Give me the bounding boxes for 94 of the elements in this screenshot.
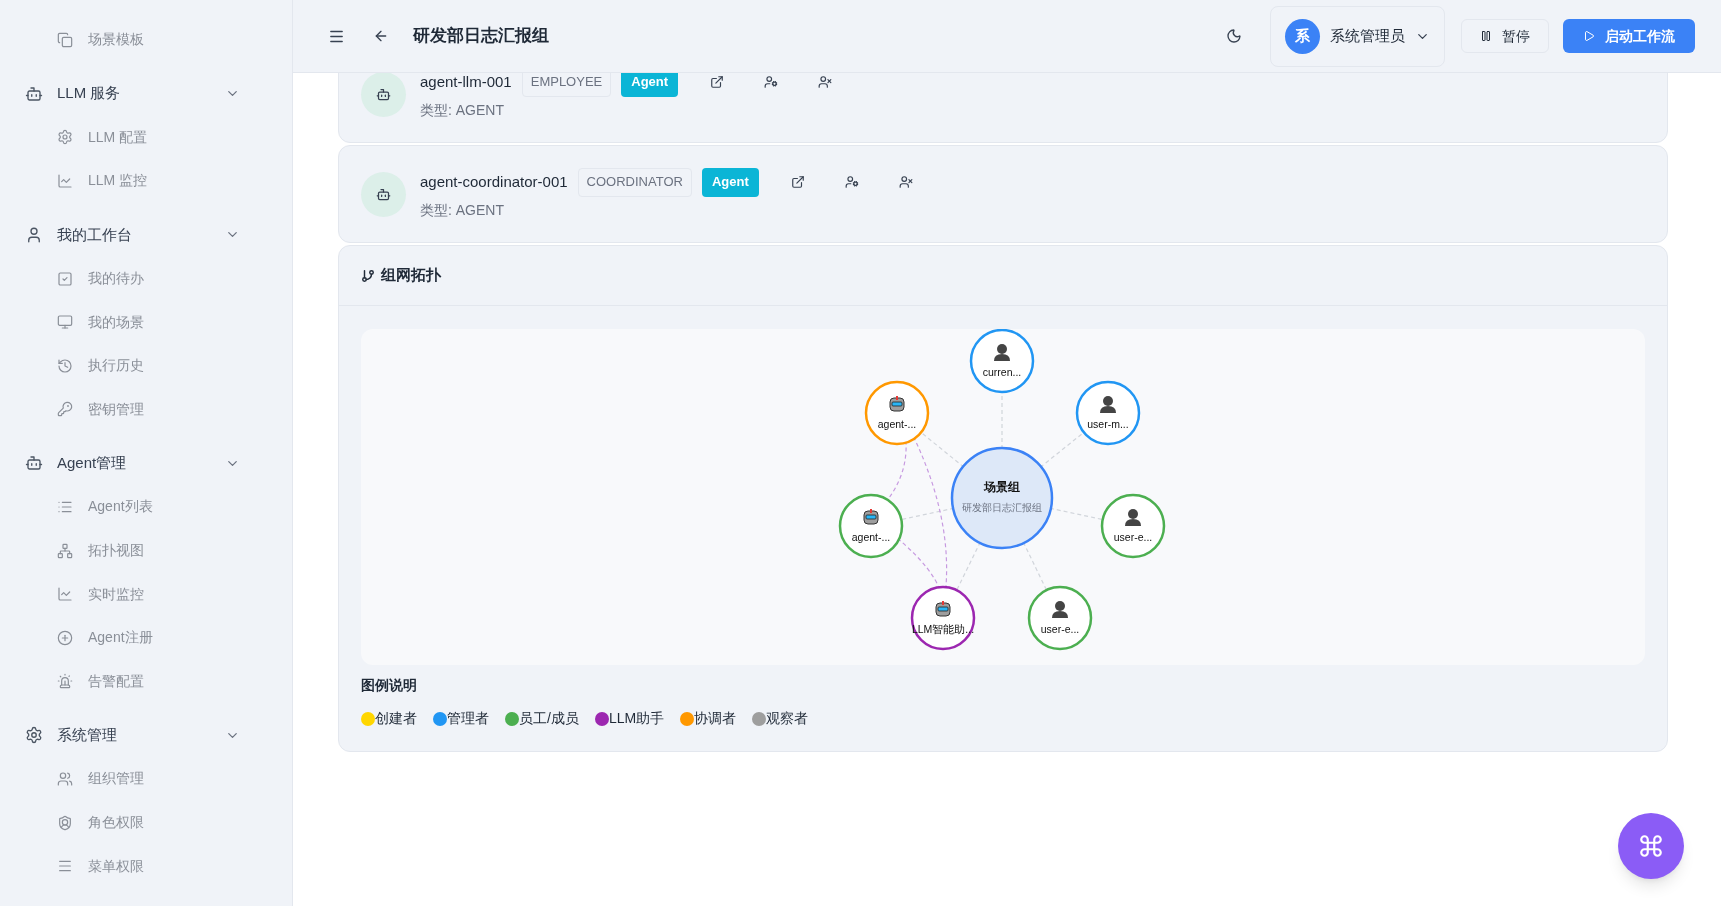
legend-label: 管理者 — [447, 709, 489, 728]
person-icon — [1100, 396, 1116, 413]
back-arrow-icon[interactable] — [373, 28, 389, 44]
agent-name: agent-llm-001 — [420, 73, 512, 92]
external-link-icon[interactable] — [710, 75, 725, 89]
agent-name: agent-coordinator-001 — [420, 171, 568, 192]
person-icon — [994, 344, 1010, 361]
agent-tag: Agent — [621, 73, 679, 97]
remove-user-icon[interactable] — [818, 75, 833, 89]
node-label: agent-... — [851, 531, 891, 543]
sidebar-item[interactable]: 菜单权限 — [0, 844, 292, 888]
member-node[interactable] — [910, 585, 976, 651]
member-node[interactable] — [838, 493, 904, 559]
key-icon — [57, 401, 73, 418]
sidebar-group[interactable]: LLM 服务 — [0, 71, 292, 116]
moon-icon[interactable] — [1226, 28, 1242, 44]
people-icon — [57, 770, 73, 787]
external-link-icon[interactable] — [790, 175, 805, 189]
user-settings-icon[interactable] — [764, 75, 779, 89]
group-node[interactable]: 场景组 研发部日志汇报组 — [950, 446, 1054, 550]
plus-circle-icon — [57, 629, 73, 646]
node-label: agent-... — [877, 418, 917, 430]
sidebar-item[interactable]: 告警配置 — [0, 659, 292, 704]
sidebar-item[interactable]: LLM 配置 — [0, 115, 292, 160]
line-chart-icon — [57, 173, 73, 189]
node-label: user-m... — [1087, 418, 1129, 430]
user-name: 系统管理员 — [1330, 25, 1405, 46]
agent-type: 类型: AGENT — [420, 100, 505, 120]
role-tag: COORDINATOR — [577, 167, 692, 197]
pause-icon — [1480, 30, 1492, 42]
agent-type: 类型: AGENT — [420, 200, 505, 220]
node-label: curren... — [982, 366, 1022, 378]
node-label: user-e... — [1113, 531, 1153, 543]
sidebar-item[interactable]: 拓扑视图 — [0, 528, 292, 573]
line-chart-icon — [57, 586, 73, 603]
agent-tag: Agent — [701, 167, 759, 197]
robot-icon — [376, 186, 391, 202]
start-workflow-button[interactable]: 启动工作流 — [1563, 19, 1695, 53]
sidebar-group[interactable]: 系统管理 — [0, 713, 292, 758]
play-icon — [1583, 30, 1595, 42]
person-icon — [1052, 601, 1068, 618]
person-icon — [1125, 509, 1141, 526]
sidebar-item[interactable]: 组织管理 — [0, 757, 292, 801]
member-node[interactable] — [969, 329, 1035, 394]
user-avatar: 系 — [1285, 18, 1320, 54]
robot-icon — [863, 509, 879, 525]
sidebar-item[interactable]: Agent注册 — [0, 615, 292, 660]
sidebar-item[interactable]: 密钥管理 — [0, 387, 292, 432]
member-node[interactable] — [1100, 493, 1166, 559]
section-title: 组网拓扑 — [381, 265, 441, 286]
remove-user-icon[interactable] — [898, 175, 913, 189]
shield-user-icon — [57, 814, 73, 831]
pause-button[interactable]: 暂停 — [1461, 19, 1549, 53]
settings-icon — [25, 726, 43, 745]
copy-icon — [57, 31, 73, 48]
command-icon — [1638, 833, 1664, 859]
settings-icon — [57, 129, 73, 146]
legend-label: 创建者 — [375, 709, 417, 728]
branch-icon — [361, 268, 375, 283]
robot-icon — [935, 601, 951, 617]
legend-label: 员工/成员 — [519, 709, 579, 728]
legend-label: LLM助手 — [608, 709, 665, 728]
checkbox-icon — [57, 270, 73, 287]
role-tag: EMPLOYEE — [521, 73, 612, 97]
sidebar-item[interactable]: LLM 监控 — [0, 159, 292, 203]
sidebar-item[interactable]: 角色权限 — [0, 800, 292, 845]
monitor-icon — [57, 314, 73, 331]
legend-label: 协调者 — [694, 709, 737, 728]
robot-icon — [889, 396, 905, 412]
user-icon — [25, 225, 43, 244]
history-icon — [57, 357, 73, 374]
page-title: 研发部日志汇报组 — [413, 25, 549, 48]
sidebar-item[interactable]: 场景模板 — [0, 18, 292, 62]
user-settings-icon[interactable] — [844, 175, 859, 189]
sidebar-group[interactable]: Agent管理 — [0, 441, 292, 486]
siren-icon — [57, 673, 73, 690]
robot-icon — [25, 454, 43, 473]
user-dropdown[interactable]: 系 系统管理员 — [1270, 5, 1445, 67]
sidebar-group[interactable]: 我的工作台 — [0, 212, 292, 257]
sidebar-item[interactable]: 我的场景 — [0, 300, 292, 344]
robot-icon — [25, 84, 43, 103]
legend-title: 图例说明 — [361, 676, 418, 695]
hierarchy-icon — [57, 542, 73, 559]
member-node[interactable] — [1027, 585, 1093, 651]
node-label: user-e... — [1040, 623, 1080, 635]
sidebar-item[interactable]: Agent列表 — [0, 485, 292, 529]
sidebar-item[interactable]: 我的待办 — [0, 256, 292, 301]
member-node[interactable] — [1075, 380, 1141, 446]
sidebar-item[interactable]: 执行历史 — [0, 343, 292, 388]
robot-icon — [376, 86, 391, 102]
sidebar-item[interactable]: 实时监控 — [0, 572, 292, 616]
legend-label: 观察者 — [766, 709, 809, 728]
member-node[interactable] — [864, 380, 930, 446]
floating-action-button[interactable] — [1618, 813, 1684, 879]
